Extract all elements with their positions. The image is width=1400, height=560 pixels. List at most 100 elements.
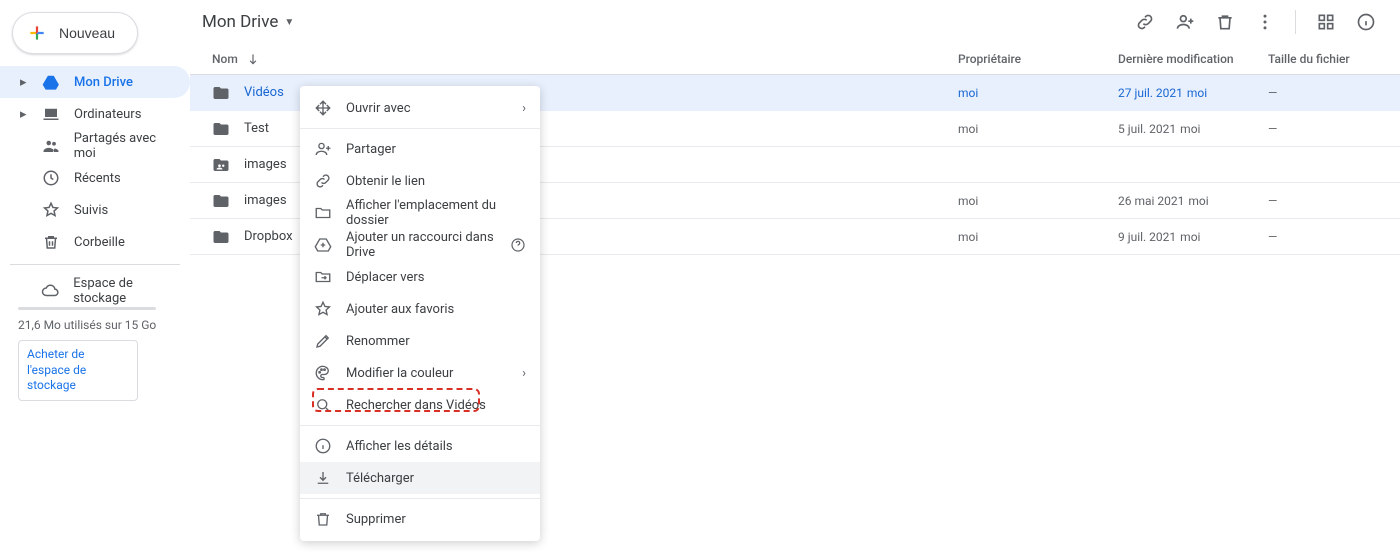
cm-details[interactable]: Afficher les détails — [300, 430, 540, 462]
info-icon[interactable] — [1356, 12, 1376, 32]
people-icon — [42, 137, 60, 155]
computer-icon — [42, 105, 60, 123]
folder-icon — [212, 120, 230, 138]
move-to-icon — [314, 268, 332, 286]
info-icon — [314, 437, 332, 455]
file-name: Dropbox — [244, 229, 293, 244]
cm-label: Obtenir le lien — [346, 174, 425, 189]
sort-arrow-icon[interactable] — [246, 52, 260, 66]
help-icon — [510, 237, 526, 253]
file-name: images — [244, 193, 287, 208]
col-modified-label[interactable]: Dernière modification — [1118, 52, 1268, 66]
separator — [300, 425, 540, 426]
modified-cell: 26 mai 2021moi — [1118, 194, 1268, 208]
modified-cell: 27 juil. 2021moi — [1118, 86, 1268, 100]
cm-label: Ajouter un raccourci dans Drive — [346, 230, 496, 260]
link-icon — [314, 172, 332, 190]
cm-label: Modifier la couleur — [346, 366, 453, 381]
size-cell: — — [1268, 122, 1388, 136]
owner-cell: moi — [958, 122, 1118, 136]
nav-label: Corbeille — [74, 235, 125, 250]
cm-label: Ajouter aux favoris — [346, 302, 454, 317]
separator — [300, 128, 540, 129]
cm-rename[interactable]: Renommer — [300, 325, 540, 357]
folder-icon — [212, 84, 230, 102]
separator — [300, 498, 540, 499]
grid-view-icon[interactable] — [1316, 12, 1336, 32]
add-user-icon — [314, 140, 332, 158]
cm-label: Ouvrir avec — [346, 101, 411, 116]
nav-label: Suivis — [74, 203, 108, 218]
col-size-label[interactable]: Taille du fichier — [1268, 52, 1388, 66]
page-title: Mon Drive — [202, 12, 278, 32]
add-user-icon[interactable] — [1175, 12, 1195, 32]
cloud-icon — [41, 282, 59, 300]
palette-icon — [314, 364, 332, 382]
cm-label: Partager — [346, 142, 396, 157]
plus-icon — [27, 23, 47, 43]
get-link-icon[interactable] — [1135, 12, 1155, 32]
cm-label: Afficher les détails — [346, 439, 453, 454]
col-owner-label[interactable]: Propriétaire — [958, 52, 1118, 66]
chevron-right-icon: › — [522, 366, 526, 381]
cm-add-shortcut[interactable]: Ajouter un raccourci dans Drive — [300, 229, 540, 261]
separator — [1295, 10, 1296, 34]
cm-delete[interactable]: Supprimer — [300, 503, 540, 535]
cm-search-in[interactable]: Rechercher dans Vidéos — [300, 389, 540, 421]
size-cell: — — [1268, 86, 1388, 100]
cm-label: Rechercher dans Vidéos — [346, 398, 486, 413]
owner-cell: moi — [958, 194, 1118, 208]
cm-label: Déplacer vers — [346, 270, 425, 285]
trash-icon — [42, 233, 60, 251]
trash-icon — [314, 510, 332, 528]
drive-icon — [42, 73, 60, 91]
nav-trash[interactable]: ▸ Corbeille — [0, 226, 190, 258]
chevron-right-icon: › — [522, 101, 526, 116]
new-button[interactable]: Nouveau — [12, 12, 138, 54]
drive-shortcut-icon — [314, 236, 332, 254]
cm-label: Supprimer — [346, 512, 406, 527]
owner-cell: moi — [958, 86, 1118, 100]
cm-get-link[interactable]: Obtenir le lien — [300, 165, 540, 197]
download-icon — [314, 469, 332, 487]
storage-bar — [18, 307, 156, 310]
cm-color[interactable]: Modifier la couleur › — [300, 357, 540, 389]
nav-recent[interactable]: ▸ Récents — [0, 162, 190, 194]
nav-computers[interactable]: ▸ Ordinateurs — [0, 98, 190, 130]
cm-label: Afficher l'emplacement du dossier — [346, 198, 526, 228]
pencil-icon — [314, 332, 332, 350]
more-icon[interactable] — [1255, 12, 1275, 32]
context-menu: Ouvrir avec › Partager Obtenir le lien A… — [300, 86, 540, 541]
modified-cell: 5 juil. 2021moi — [1118, 122, 1268, 136]
caret-down-icon: ▼ — [284, 17, 294, 28]
breadcrumb[interactable]: Mon Drive ▼ — [202, 12, 294, 32]
trash-icon[interactable] — [1215, 12, 1235, 32]
nav-label: Récents — [74, 171, 121, 186]
col-name-label[interactable]: Nom — [212, 52, 238, 66]
folder-icon — [212, 192, 230, 210]
nav-label: Espace de stockage — [73, 276, 178, 306]
cm-label: Renommer — [346, 334, 410, 349]
sidebar: Nouveau ▸ Mon Drive ▸ Ordinateurs ▸ — [0, 0, 190, 560]
cm-share[interactable]: Partager — [300, 133, 540, 165]
clock-icon — [42, 169, 60, 187]
nav-shared[interactable]: ▸ Partagés avec moi — [0, 130, 190, 162]
folder-icon — [212, 228, 230, 246]
cm-download[interactable]: Télécharger — [300, 462, 540, 494]
file-name: Test — [244, 121, 269, 136]
cm-label: Télécharger — [346, 471, 414, 486]
star-icon — [314, 300, 332, 318]
cm-open-with[interactable]: Ouvrir avec › — [300, 92, 540, 124]
separator — [10, 264, 180, 265]
nav-my-drive[interactable]: ▸ Mon Drive — [0, 66, 190, 98]
cm-show-location[interactable]: Afficher l'emplacement du dossier — [300, 197, 540, 229]
buy-storage-button[interactable]: Acheter de l'espace de stockage — [18, 340, 138, 401]
cm-star[interactable]: Ajouter aux favoris — [300, 293, 540, 325]
nav-storage[interactable]: ▸ Espace de stockage — [0, 275, 190, 307]
caret-right-icon: ▸ — [20, 107, 28, 122]
new-button-label: Nouveau — [59, 25, 115, 41]
cm-move-to[interactable]: Déplacer vers — [300, 261, 540, 293]
file-name: Vidéos — [244, 85, 284, 100]
table-header: Nom Propriétaire Dernière modification T… — [190, 44, 1400, 75]
nav-starred[interactable]: ▸ Suivis — [0, 194, 190, 226]
